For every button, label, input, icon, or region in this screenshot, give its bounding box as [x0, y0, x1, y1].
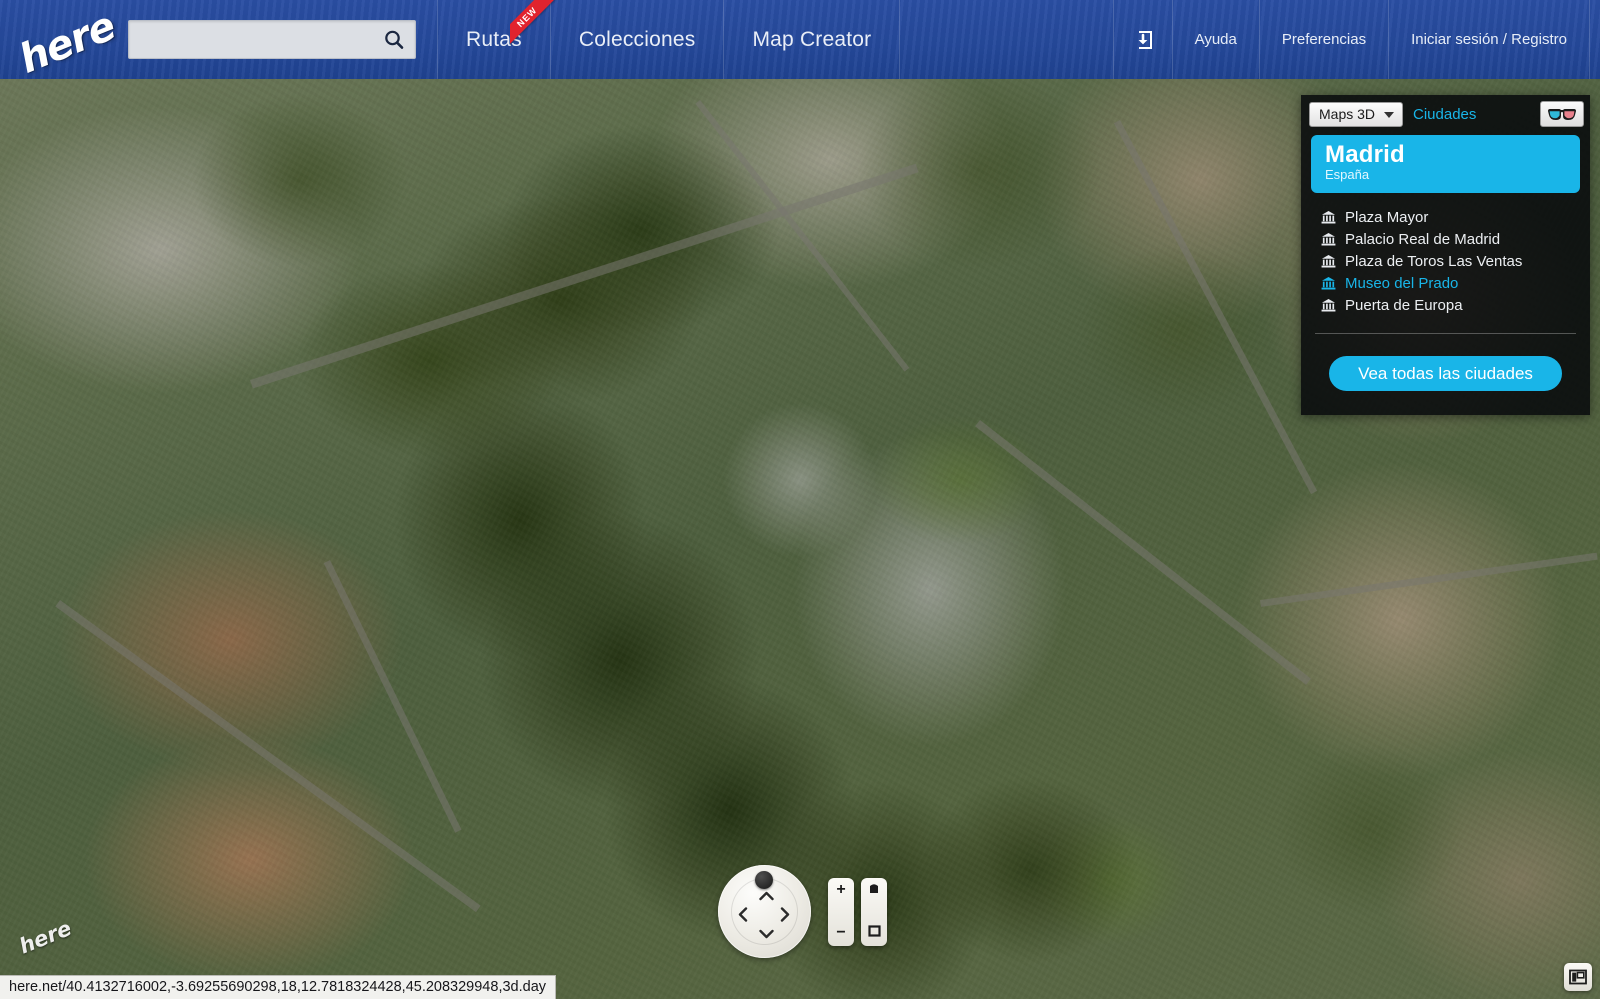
zoom-slider[interactable]: + − [828, 878, 854, 946]
secondary-nav: Ayuda Preferencias Iniciar sesión / Regi… [1113, 0, 1590, 79]
rotate-knob[interactable] [755, 871, 773, 889]
nav-item-label: Rutas [466, 28, 522, 52]
nav-item-label: Colecciones [579, 28, 696, 52]
landmark-item-plaza-de-toros[interactable]: Plaza de Toros Las Ventas [1311, 251, 1580, 273]
chevron-up-icon [759, 891, 774, 901]
map-street [55, 600, 480, 912]
here-logo[interactable]: here [14, 8, 118, 70]
landmark-icon [1321, 298, 1336, 313]
top-navigation-bar: here Rutas Colecciones Map Creator N [0, 0, 1600, 79]
3d-glasses-icon [1547, 107, 1577, 122]
nav-item-label: Preferencias [1282, 31, 1366, 48]
landmark-list: Plaza Mayor Palacio Real de Madrid Plaza… [1301, 207, 1590, 317]
tilt-perspective-icon [867, 882, 881, 894]
landmark-label: Palacio Real de Madrid [1345, 231, 1500, 248]
map-mode-select[interactable]: Maps 3D [1309, 102, 1403, 127]
landmark-label: Museo del Prado [1345, 275, 1458, 292]
landmark-icon [1321, 232, 1336, 247]
landmark-item-puerta-de-europa[interactable]: Puerta de Europa [1311, 295, 1580, 317]
download-icon [1132, 29, 1154, 51]
landmark-icon [1321, 276, 1336, 291]
main-nav: Rutas Colecciones Map Creator NEW [437, 0, 900, 79]
landmark-icon [1321, 254, 1336, 269]
map-street [975, 420, 1311, 685]
landmark-item-plaza-mayor[interactable]: Plaza Mayor [1311, 207, 1580, 229]
chevron-left-icon [738, 907, 748, 922]
nav-item-label: Map Creator [752, 28, 871, 52]
tilt-slider[interactable] [861, 878, 887, 946]
nav-item-map-creator[interactable]: Map Creator [724, 0, 900, 79]
landmark-icon [1321, 210, 1336, 225]
cities-panel: Maps 3D Ciudades Madrid España [1301, 95, 1590, 415]
selected-city-banner[interactable]: Madrid España [1311, 135, 1580, 193]
3d-glasses-button[interactable] [1540, 101, 1584, 127]
map-street [324, 560, 462, 833]
map-street [695, 100, 909, 372]
nav-item-ayuda[interactable]: Ayuda [1172, 0, 1259, 79]
chevron-down-icon [759, 929, 774, 939]
see-all-cities-button[interactable]: Vea todas las ciudades [1329, 356, 1562, 391]
map-street [250, 164, 919, 389]
landmark-item-palacio-real[interactable]: Palacio Real de Madrid [1311, 229, 1580, 251]
nav-item-label: Ayuda [1195, 31, 1237, 48]
search-input[interactable] [129, 21, 373, 58]
nav-item-signin-register[interactable]: Iniciar sesión / Registro [1388, 0, 1590, 79]
landmark-label: Plaza Mayor [1345, 209, 1428, 226]
tab-ciudades[interactable]: Ciudades [1413, 106, 1530, 123]
map-street [1260, 553, 1598, 607]
zoom-out-button[interactable]: − [836, 925, 845, 941]
zoom-in-button[interactable]: + [836, 882, 845, 898]
pan-right-button[interactable] [780, 907, 790, 925]
nav-item-download[interactable] [1113, 0, 1172, 79]
pan-left-button[interactable] [738, 907, 748, 925]
search-box[interactable] [128, 20, 416, 59]
landmark-label: Puerta de Europa [1345, 297, 1463, 314]
chevron-right-icon [780, 907, 790, 922]
pan-down-button[interactable] [759, 927, 774, 942]
nav-item-preferencias[interactable]: Preferencias [1259, 0, 1388, 79]
panel-header: Maps 3D Ciudades [1301, 95, 1590, 133]
tilt-top-down-icon [868, 925, 881, 937]
city-name: Madrid [1325, 142, 1566, 167]
nav-item-rutas[interactable]: Rutas [437, 0, 551, 79]
search-button[interactable] [373, 21, 415, 58]
search-icon [383, 29, 405, 51]
here-maps-app: here Rutas Colecciones Map Creator N [0, 0, 1600, 999]
here-logo-text: here [13, 3, 122, 83]
panel-divider [1315, 333, 1576, 334]
fullscreen-button[interactable] [1564, 963, 1592, 991]
landmark-item-museo-del-prado[interactable]: Museo del Prado [1311, 273, 1580, 295]
pan-up-button[interactable] [759, 889, 774, 904]
fullscreen-icon [1569, 969, 1587, 985]
pan-control[interactable] [718, 865, 811, 958]
tilt-top-down-button[interactable] [868, 925, 881, 941]
landmark-label: Plaza de Toros Las Ventas [1345, 253, 1522, 270]
nav-item-label: Iniciar sesión / Registro [1411, 31, 1567, 48]
status-bar-url: here.net/40.4132716002,-3.69255690298,18… [0, 975, 556, 999]
tilt-perspective-button[interactable] [867, 882, 881, 898]
map-mode-select-wrap: Maps 3D [1309, 102, 1403, 127]
city-country: España [1325, 167, 1566, 184]
map-street [1114, 120, 1317, 494]
nav-item-colecciones[interactable]: Colecciones [551, 0, 725, 79]
